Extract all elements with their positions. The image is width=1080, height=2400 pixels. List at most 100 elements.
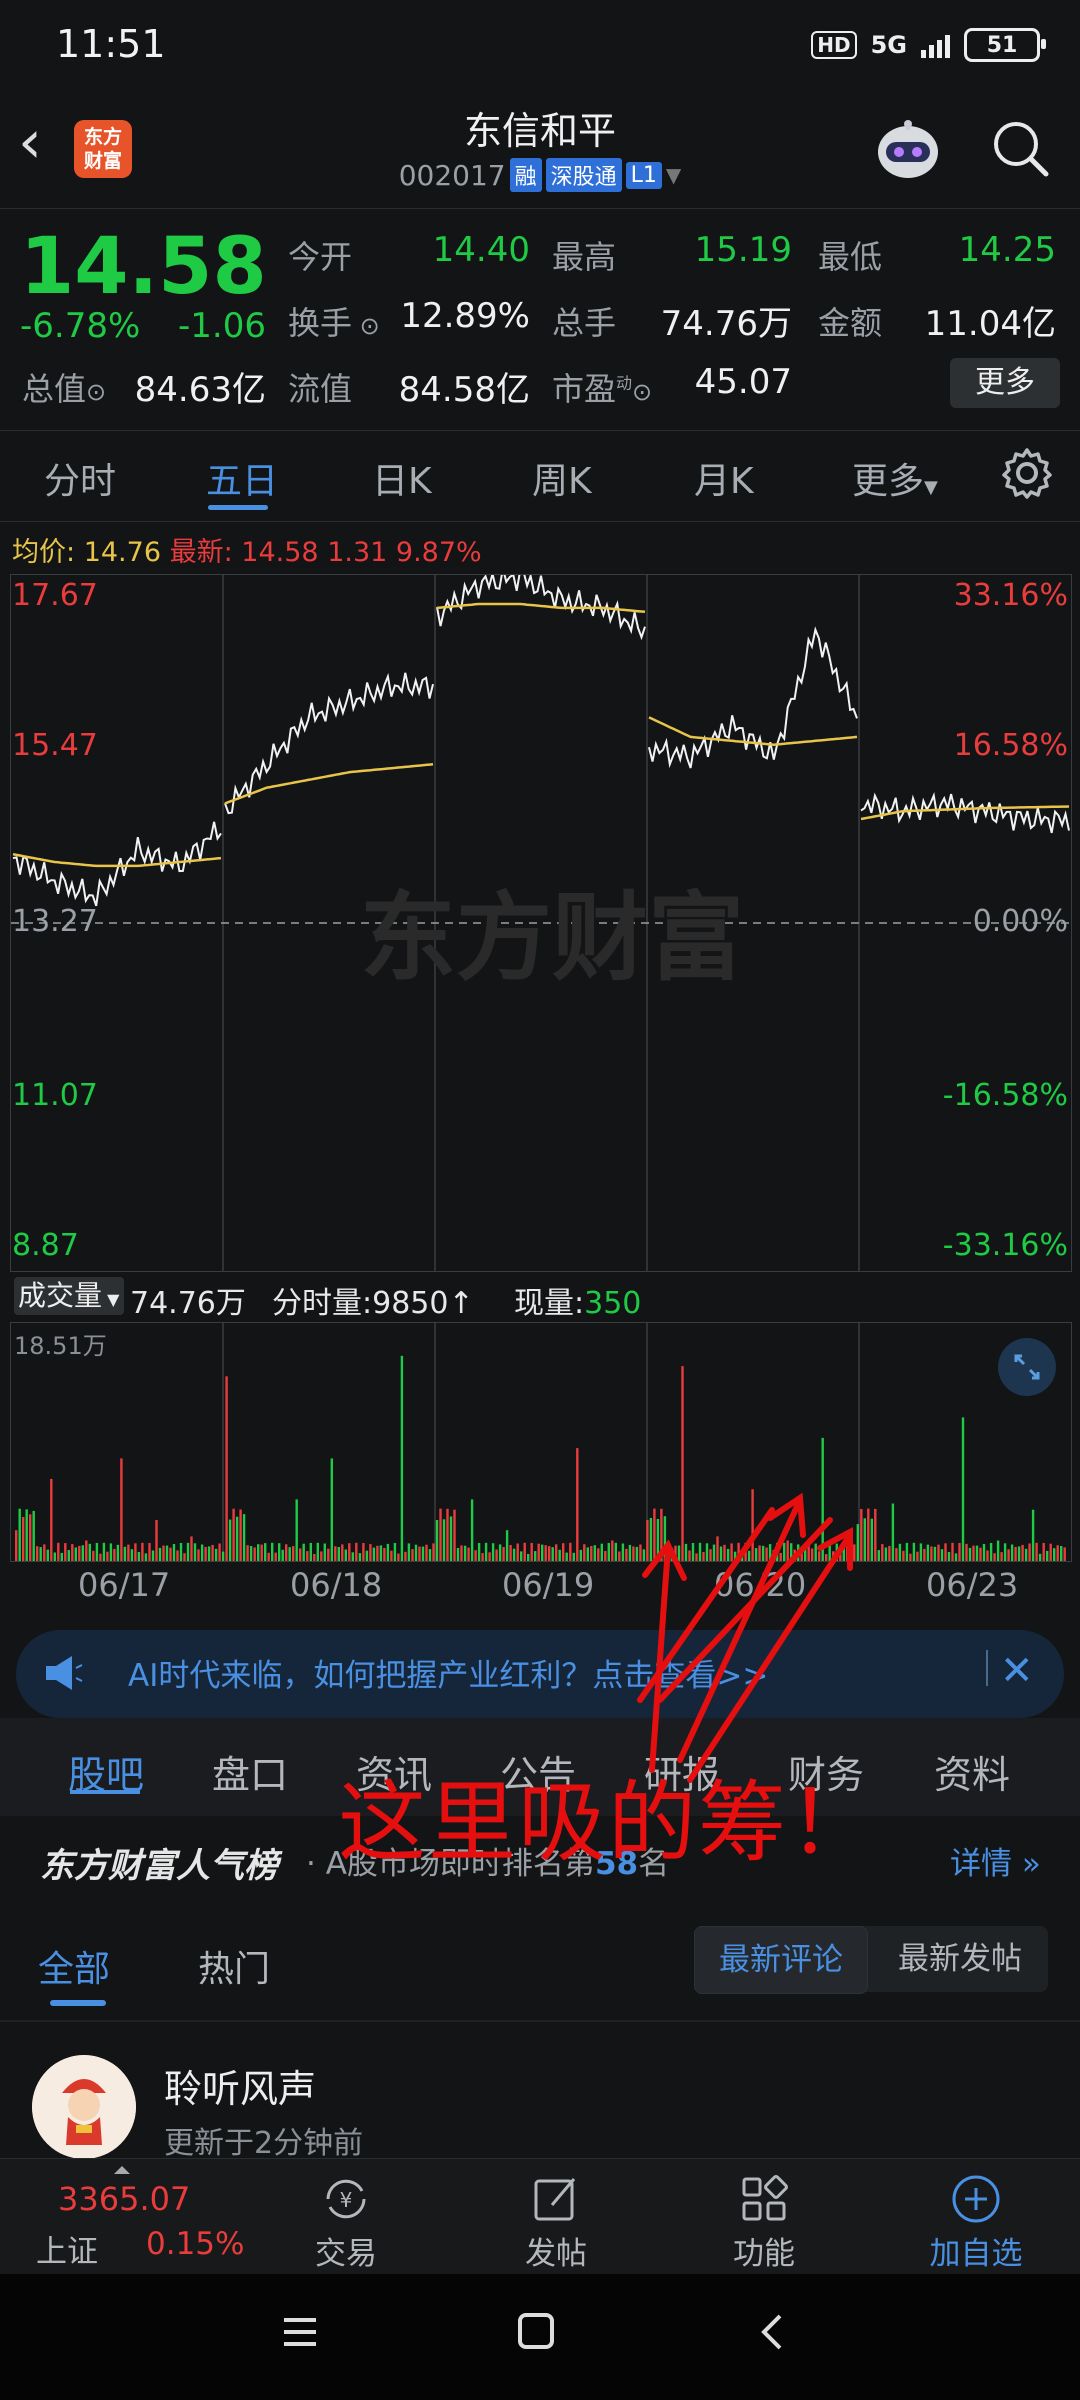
volume-bar — [695, 1553, 698, 1561]
tab-daily-k[interactable]: 日K — [372, 452, 432, 504]
nav-add-watchlist[interactable]: 加自选 — [906, 2170, 1046, 2273]
settings-gear-icon[interactable] — [1000, 446, 1054, 500]
volume-bar — [670, 1547, 674, 1561]
tick-volume: 分时量:9850↑ — [272, 1278, 474, 1322]
volume-bar — [116, 1544, 120, 1561]
tab-five-day[interactable]: 五日 — [206, 452, 278, 504]
volume-bar — [88, 1543, 91, 1561]
volume-max-label: 18.51万 — [14, 1332, 107, 1360]
tab-monthly-k[interactable]: 月K — [694, 452, 754, 504]
volume-bar — [597, 1548, 600, 1561]
tag-margin: 融 — [509, 158, 542, 192]
info-icon: ⊙ — [632, 378, 653, 406]
volume-bar — [512, 1548, 516, 1561]
volume-chart[interactable] — [10, 1322, 1072, 1562]
sort-latest-post[interactable]: 最新发帖 — [872, 1926, 1048, 1992]
avatar[interactable] — [32, 2055, 136, 2159]
float-label: 流值 — [288, 370, 353, 408]
caret-down-icon: ▼ — [924, 477, 938, 498]
volume-bar — [1024, 1548, 1028, 1561]
volume-bar — [986, 1550, 989, 1561]
volume-bar — [1014, 1546, 1017, 1561]
volume-bar — [853, 1544, 856, 1561]
volume-bar — [295, 1499, 298, 1561]
volume-bar — [793, 1549, 796, 1561]
volume-bar — [530, 1542, 533, 1561]
filter-hot[interactable]: 热门 — [198, 1940, 270, 1992]
volume-bar — [1053, 1548, 1056, 1561]
mktcap-label[interactable]: 总值⊙ — [22, 364, 106, 410]
pe-label[interactable]: 市盈动⊙ — [552, 364, 652, 410]
tab-profile[interactable]: 资料 — [934, 1744, 1010, 1799]
volume-bar — [558, 1549, 561, 1561]
app-logo[interactable]: 东方财富 — [74, 120, 132, 178]
volume-bar — [1031, 1509, 1035, 1561]
volume-bar — [29, 1514, 32, 1561]
volume-bar — [684, 1543, 688, 1561]
nav-trade[interactable]: ¥ 交易 — [276, 2170, 416, 2273]
robot-assistant-icon[interactable] — [872, 118, 944, 182]
volume-bar — [765, 1547, 768, 1561]
menu-icon[interactable] — [280, 2312, 320, 2352]
volume-bar — [407, 1543, 411, 1561]
low-value: 14.25 — [958, 230, 1056, 270]
back-icon[interactable]: ‹ — [18, 112, 42, 172]
volume-bar — [449, 1516, 453, 1561]
search-icon[interactable] — [990, 118, 1050, 178]
y-tick-right-4: -33.16% — [942, 1228, 1068, 1263]
mktcap-value: 84.63亿 — [134, 370, 266, 410]
sort-latest-comment[interactable]: 最新评论 — [694, 1926, 868, 1994]
volume-bar — [330, 1458, 333, 1561]
volume-bar — [625, 1548, 628, 1561]
volume-bar — [498, 1544, 502, 1561]
volume-bar — [877, 1550, 880, 1561]
stock-code-line[interactable]: 002017 融 深股通 L1 ▼ — [340, 158, 740, 192]
tab-more-label: 更多 — [852, 461, 925, 502]
active-tab-indicator — [208, 505, 268, 510]
nav-functions[interactable]: 功能 — [694, 2170, 834, 2273]
back-nav-icon[interactable] — [756, 2312, 786, 2352]
tab-more[interactable]: 更多▼ — [852, 452, 938, 504]
home-icon[interactable] — [516, 2310, 556, 2352]
more-button[interactable]: 更多 — [950, 358, 1060, 408]
rank-detail-link[interactable]: 详情 » — [950, 1838, 1041, 1883]
total-volume: 74.76万 — [130, 1286, 246, 1321]
indicator-select[interactable]: 成交量 ▼ — [14, 1277, 124, 1315]
tab-intraday[interactable]: 分时 — [44, 452, 116, 504]
volume-bar — [109, 1543, 113, 1561]
banner-text[interactable]: AI时代来临，如何把握产业红利？点击查看>> — [128, 1650, 768, 1695]
volume-bar — [334, 1546, 337, 1561]
x-tick-1: 06/18 — [290, 1566, 383, 1604]
volume-bar — [92, 1550, 95, 1561]
tab-orderbook[interactable]: 盘口 — [212, 1744, 288, 1799]
volume-bar — [397, 1553, 400, 1561]
turnover-label-text: 换手 — [288, 304, 353, 342]
tag-level: L1 — [625, 161, 662, 189]
mktcap-label-text: 总值 — [22, 370, 87, 408]
turnover-label[interactable]: 换手 ⊙ — [288, 298, 380, 344]
volume-bar — [22, 1517, 25, 1561]
tab-weekly-k[interactable]: 周K — [532, 452, 592, 504]
volume-bar — [951, 1542, 954, 1561]
volume-bar — [155, 1520, 158, 1561]
post-item[interactable] — [0, 2020, 1080, 2162]
post-author[interactable]: 聆听风声 — [164, 2058, 316, 2113]
avg-label: 均价: — [12, 537, 76, 568]
volume-bar — [898, 1543, 902, 1561]
volume-bar — [516, 1543, 519, 1561]
volume-bar — [495, 1549, 498, 1561]
index-value[interactable]: 3365.07 — [58, 2180, 190, 2218]
close-icon[interactable]: ✕ — [1000, 1648, 1034, 1694]
volume-bar — [39, 1547, 42, 1561]
open-value: 14.40 — [432, 230, 530, 270]
filter-all[interactable]: 全部 — [38, 1940, 110, 1992]
volume-bar — [726, 1548, 730, 1561]
volume-bar — [590, 1546, 593, 1561]
section-active-indicator — [70, 1790, 140, 1794]
volume-bar — [369, 1544, 372, 1561]
volume-bar — [50, 1478, 53, 1561]
nav-post-label: 发帖 — [525, 2236, 587, 2272]
expand-icon[interactable] — [998, 1338, 1056, 1396]
nav-post[interactable]: 发帖 — [486, 2170, 626, 2273]
network-label: 5G — [870, 31, 907, 59]
